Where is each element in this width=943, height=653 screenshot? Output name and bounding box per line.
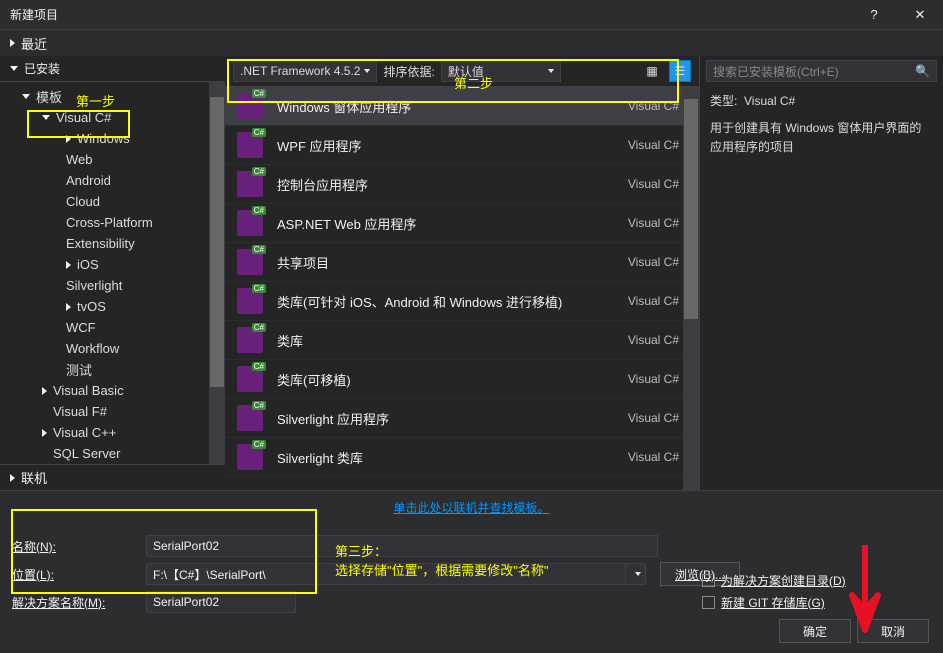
location-label: 位置(L):	[12, 566, 146, 583]
git-checkbox[interactable]: 新建 GIT 存储库(G)	[702, 592, 931, 612]
tree-item-web[interactable]: Web	[0, 149, 225, 170]
template-shared[interactable]: 共享项目 Visual C#	[225, 243, 699, 282]
list-scrollbar[interactable]	[683, 87, 699, 490]
solution-label: 解决方案名称(M):	[12, 594, 146, 611]
online-search-link[interactable]: 单击此处以联机并查找模板。	[0, 491, 943, 524]
template-pcl-mobile[interactable]: 类库(可针对 iOS、Android 和 Windows 进行移植) Visua…	[225, 282, 699, 321]
expand-icon	[66, 261, 71, 269]
solution-input[interactable]	[146, 591, 296, 613]
search-input[interactable]: 搜索已安装模板(Ctrl+E) 🔍	[706, 60, 937, 82]
template-list: Windows 窗体应用程序 Visual C# WPF 应用程序 Visual…	[225, 86, 699, 490]
tree-item-silverlight[interactable]: Silverlight	[0, 275, 225, 296]
installed-header[interactable]: 已安装	[0, 56, 225, 82]
tree-vb[interactable]: Visual Basic	[0, 380, 225, 401]
template-icon	[237, 405, 263, 431]
installed-label: 已安装	[24, 60, 60, 77]
location-input[interactable]	[146, 563, 626, 585]
tree-item-ios[interactable]: iOS	[0, 254, 225, 275]
tree-item-extensibility[interactable]: Extensibility	[0, 233, 225, 254]
chevron-down-icon	[364, 69, 370, 73]
expand-icon	[42, 429, 47, 437]
template-pcl[interactable]: 类库(可移植) Visual C#	[225, 360, 699, 399]
template-icon	[237, 171, 263, 197]
template-silverlight-lib[interactable]: Silverlight 类库 Visual C#	[225, 438, 699, 477]
template-icon	[237, 444, 263, 470]
template-icon	[237, 132, 263, 158]
center-panel: .NET Framework 4.5.2 排序依据: 默认值 ▦ ☰ Windo…	[225, 56, 699, 490]
template-aspnet[interactable]: ASP.NET Web 应用程序 Visual C#	[225, 204, 699, 243]
tree-scrollbar[interactable]	[209, 82, 225, 464]
tree-item-workflow[interactable]: Workflow	[0, 338, 225, 359]
name-input[interactable]	[146, 535, 658, 557]
location-dropdown[interactable]	[626, 563, 646, 585]
button-bar: 确定 取消	[779, 619, 929, 643]
collapse-icon	[22, 94, 30, 99]
bottom-panel: 名称(N): 位置(L): 浏览(B)... 解决方案名称(M): ✓ 为解决方…	[0, 524, 943, 616]
chevron-down-icon	[548, 69, 554, 73]
expand-icon	[66, 303, 71, 311]
template-console[interactable]: 控制台应用程序 Visual C#	[225, 165, 699, 204]
ok-button[interactable]: 确定	[779, 619, 851, 643]
expand-icon	[66, 135, 71, 143]
recent-label: 最近	[21, 34, 47, 53]
template-icon	[237, 366, 263, 392]
chevron-down-icon	[635, 572, 641, 576]
tree-item-crossplatform[interactable]: Cross-Platform	[0, 212, 225, 233]
help-button[interactable]: ?	[851, 0, 897, 30]
collapse-icon	[42, 115, 50, 120]
tree-item-windows[interactable]: Windows	[0, 128, 225, 149]
tree-item-cloud[interactable]: Cloud	[0, 191, 225, 212]
online-row[interactable]: 联机	[0, 464, 225, 490]
template-icon	[237, 288, 263, 314]
sort-dropdown[interactable]: 默认值	[441, 60, 561, 82]
template-icon	[237, 210, 263, 236]
window-title: 新建项目	[10, 6, 851, 23]
left-panel: 已安装 模板 Visual C# Windows Web Android Clo…	[0, 56, 225, 490]
tree-item-android[interactable]: Android	[0, 170, 225, 191]
tree-templates[interactable]: 模板	[0, 86, 225, 107]
close-button[interactable]: ✕	[897, 0, 943, 30]
titlebar: 新建项目 ? ✕	[0, 0, 943, 30]
template-icon	[237, 327, 263, 353]
checkbox-checked-icon: ✓	[702, 574, 715, 587]
checkbox-icon	[702, 596, 715, 609]
tree: 模板 Visual C# Windows Web Android Cloud C…	[0, 82, 225, 464]
expand-icon	[10, 39, 15, 47]
recent-row[interactable]: 最近	[0, 30, 943, 56]
tree-item-test[interactable]: 测试	[0, 359, 225, 380]
tree-fsharp[interactable]: Visual F#	[0, 401, 225, 422]
main-area: 已安装 模板 Visual C# Windows Web Android Clo…	[0, 56, 943, 491]
template-icon	[237, 93, 263, 119]
template-classlib[interactable]: 类库 Visual C#	[225, 321, 699, 360]
template-winforms[interactable]: Windows 窗体应用程序 Visual C#	[225, 87, 699, 126]
template-icon	[237, 249, 263, 275]
tree-item-tvos[interactable]: tvOS	[0, 296, 225, 317]
collapse-icon	[10, 66, 18, 71]
template-silverlight-app[interactable]: Silverlight 应用程序 Visual C#	[225, 399, 699, 438]
tree-vcpp[interactable]: Visual C++	[0, 422, 225, 443]
tree-vcsharp[interactable]: Visual C#	[0, 107, 225, 128]
search-icon: 🔍	[915, 64, 930, 78]
cancel-button[interactable]: 取消	[857, 619, 929, 643]
online-label: 联机	[21, 468, 47, 487]
expand-icon	[10, 474, 15, 482]
create-dir-checkbox[interactable]: ✓ 为解决方案创建目录(D)	[702, 570, 931, 590]
framework-dropdown[interactable]: .NET Framework 4.5.2	[233, 60, 377, 82]
template-wpf[interactable]: WPF 应用程序 Visual C#	[225, 126, 699, 165]
name-label: 名称(N):	[12, 538, 146, 555]
center-toolbar: .NET Framework 4.5.2 排序依据: 默认值 ▦ ☰	[225, 56, 699, 86]
view-list-icon[interactable]: ☰	[669, 60, 691, 82]
view-small-icon[interactable]: ▦	[641, 60, 663, 82]
sort-label: 排序依据:	[383, 63, 434, 80]
expand-icon	[42, 387, 47, 395]
right-panel: 搜索已安装模板(Ctrl+E) 🔍 类型: Visual C# 用于创建具有 W…	[699, 56, 943, 490]
description: 类型: Visual C# 用于创建具有 Windows 窗体用户界面的应用程序…	[700, 82, 943, 168]
tree-item-wcf[interactable]: WCF	[0, 317, 225, 338]
tree-sql[interactable]: SQL Server	[0, 443, 225, 464]
